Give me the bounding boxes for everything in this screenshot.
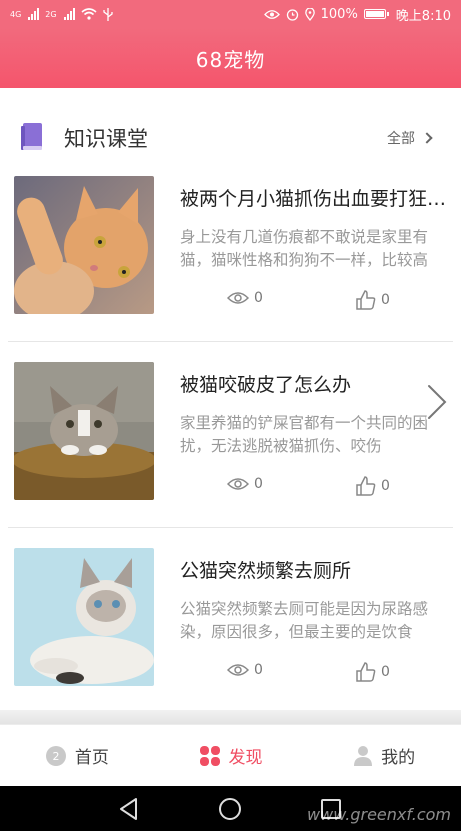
sim1-label: 4G (10, 9, 22, 19)
back-icon[interactable] (116, 796, 142, 822)
home-button-icon[interactable] (217, 796, 243, 822)
status-left: 4G 2G (10, 7, 113, 21)
view-count: 0 (227, 290, 263, 306)
article-thumbnail (14, 548, 154, 686)
signal-icon-2 (63, 8, 75, 20)
thumbs-up-icon (356, 476, 376, 496)
eye-icon (263, 9, 280, 19)
home-icon: 2 (45, 745, 66, 766)
like-button[interactable]: 0 (356, 290, 390, 310)
tab-home[interactable]: 2 首页 (0, 743, 154, 768)
article-item[interactable]: 被猫咬破皮了怎么办 家里养猫的铲屎官都有一个共同的困扰，无法逃脱被猫抓伤、咬伤 … (0, 342, 461, 528)
like-count-value: 0 (381, 292, 390, 308)
chevron-right-icon[interactable] (423, 382, 451, 422)
article-summary: 身上没有几道伤痕都不敢说是家里有猫，猫咪性格和狗狗不一样，比较高冷 (180, 228, 429, 269)
view-count-value: 0 (254, 662, 263, 678)
view-count-value: 0 (254, 476, 263, 492)
app-header: 68宠物 (0, 28, 461, 88)
article-thumbnail (14, 176, 154, 314)
status-bar: 4G 2G 100% 晚上8:10 (0, 0, 461, 28)
battery-icon (363, 9, 389, 19)
view-count-value: 0 (254, 290, 263, 306)
like-button[interactable]: 0 (356, 662, 390, 682)
article-item[interactable]: 公猫突然频繁去厕所 公猫突然频繁去厕可能是因为尿路感染，原因很多，但最主要的是饮… (0, 528, 461, 714)
eye-icon (227, 478, 249, 490)
book-icon (21, 123, 42, 150)
article-summary: 家里养猫的铲屎官都有一个共同的困扰，无法逃脱被猫抓伤、咬伤 (180, 414, 429, 455)
eye-icon (227, 292, 249, 304)
clock: 晚上8:10 (395, 8, 451, 24)
tab-profile[interactable]: 我的 (307, 743, 461, 768)
tab-discover[interactable]: 发现 (154, 743, 308, 768)
battery-percent: 100% (320, 6, 358, 22)
view-all-link[interactable]: 全部 (387, 128, 433, 148)
article-summary: 公猫突然频繁去厕可能是因为尿路感染，原因很多，但最主要的是饮食 (180, 600, 429, 641)
discover-icon (199, 745, 220, 766)
like-count-value: 0 (381, 664, 390, 680)
watermark: www.greenxf.com (307, 805, 451, 824)
article-title: 被两个月小猫抓伤出血要打狂犬疫苗吗 (180, 188, 448, 210)
list-end-shadow (0, 710, 461, 724)
like-count-value: 0 (381, 478, 390, 494)
section-title: 知识课堂 (64, 127, 148, 151)
main-content[interactable]: 知识课堂 全部 被两个月小猫抓伤出血要打狂犬疫苗吗 身上没有几道伤痕都不敢说是家… (0, 88, 461, 724)
location-icon (304, 7, 315, 21)
tab-discover-label: 发现 (228, 748, 263, 768)
wifi-icon (81, 8, 97, 20)
article-title: 公猫突然频繁去厕所 (180, 560, 352, 582)
view-all-label: 全部 (387, 131, 415, 147)
bottom-tab-bar: 2 首页 发现 我的 (0, 724, 461, 786)
svg-text:2: 2 (52, 750, 59, 763)
article-title: 被猫咬破皮了怎么办 (180, 374, 352, 396)
article-item[interactable]: 被两个月小猫抓伤出血要打狂犬疫苗吗 身上没有几道伤痕都不敢说是家里有猫，猫咪性格… (0, 156, 461, 342)
chevron-right-icon (421, 132, 433, 144)
alarm-icon (286, 8, 298, 21)
tab-profile-label: 我的 (381, 748, 416, 768)
like-button[interactable]: 0 (356, 476, 390, 496)
usb-icon (102, 7, 113, 21)
thumbs-up-icon (356, 662, 376, 682)
view-count: 0 (227, 476, 263, 492)
eye-icon (227, 664, 249, 676)
thumbs-up-icon (356, 290, 376, 310)
article-thumbnail (14, 362, 154, 500)
status-right: 100% 晚上8:10 (263, 5, 451, 24)
signal-icon (28, 8, 40, 20)
view-count: 0 (227, 662, 263, 678)
sim2-label: 2G (45, 9, 57, 19)
app-title: 68宠物 (195, 47, 266, 72)
tab-home-label: 首页 (74, 748, 109, 768)
section-header: 知识课堂 全部 (0, 118, 461, 158)
profile-icon (354, 745, 373, 766)
